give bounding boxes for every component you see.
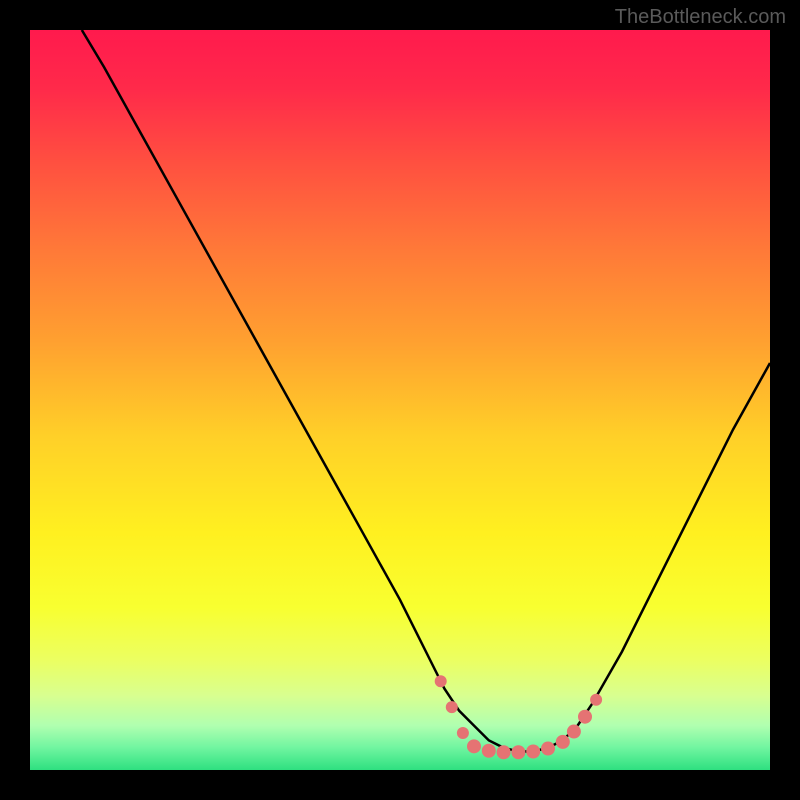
marker-dot [526,745,540,759]
bottleneck-chart [30,30,770,770]
chart-container: TheBottleneck.com [0,0,800,800]
marker-dot [541,742,555,756]
marker-dot [511,745,525,759]
marker-dot [556,735,570,749]
chart-background [30,30,770,770]
marker-dot [457,727,469,739]
marker-dot [567,725,581,739]
marker-dot [497,745,511,759]
marker-dot [446,701,458,713]
marker-dot [578,710,592,724]
watermark-text: TheBottleneck.com [615,6,786,29]
marker-dot [590,694,602,706]
marker-dot [435,675,447,687]
marker-dot [482,744,496,758]
marker-dot [467,739,481,753]
